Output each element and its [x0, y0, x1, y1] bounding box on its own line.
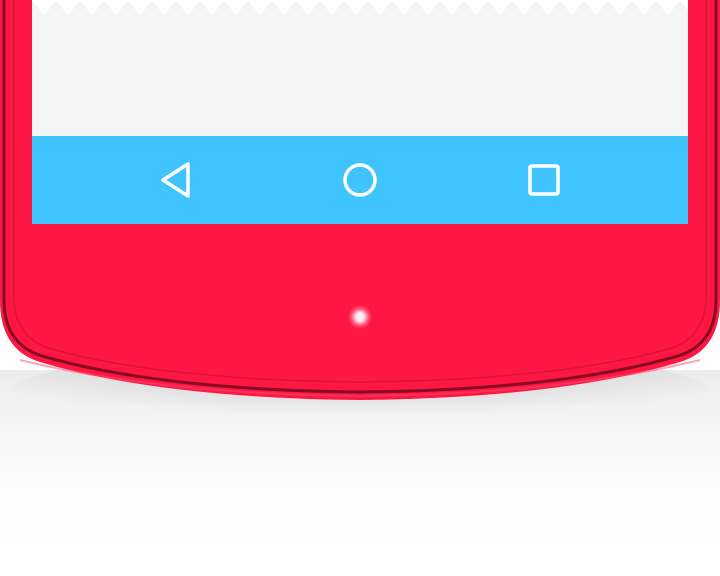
navigation-bar: [32, 136, 688, 224]
home-circle-icon: [343, 163, 377, 197]
home-button[interactable]: [340, 160, 380, 200]
recents-square-icon: [528, 164, 560, 196]
device-mockup: [0, 0, 720, 576]
notification-led: [348, 305, 372, 329]
cropped-content-edge: [32, 0, 688, 16]
recents-button[interactable]: [524, 160, 564, 200]
screen: [32, 0, 688, 224]
back-button[interactable]: [156, 160, 196, 200]
back-triangle-icon: [161, 162, 190, 198]
